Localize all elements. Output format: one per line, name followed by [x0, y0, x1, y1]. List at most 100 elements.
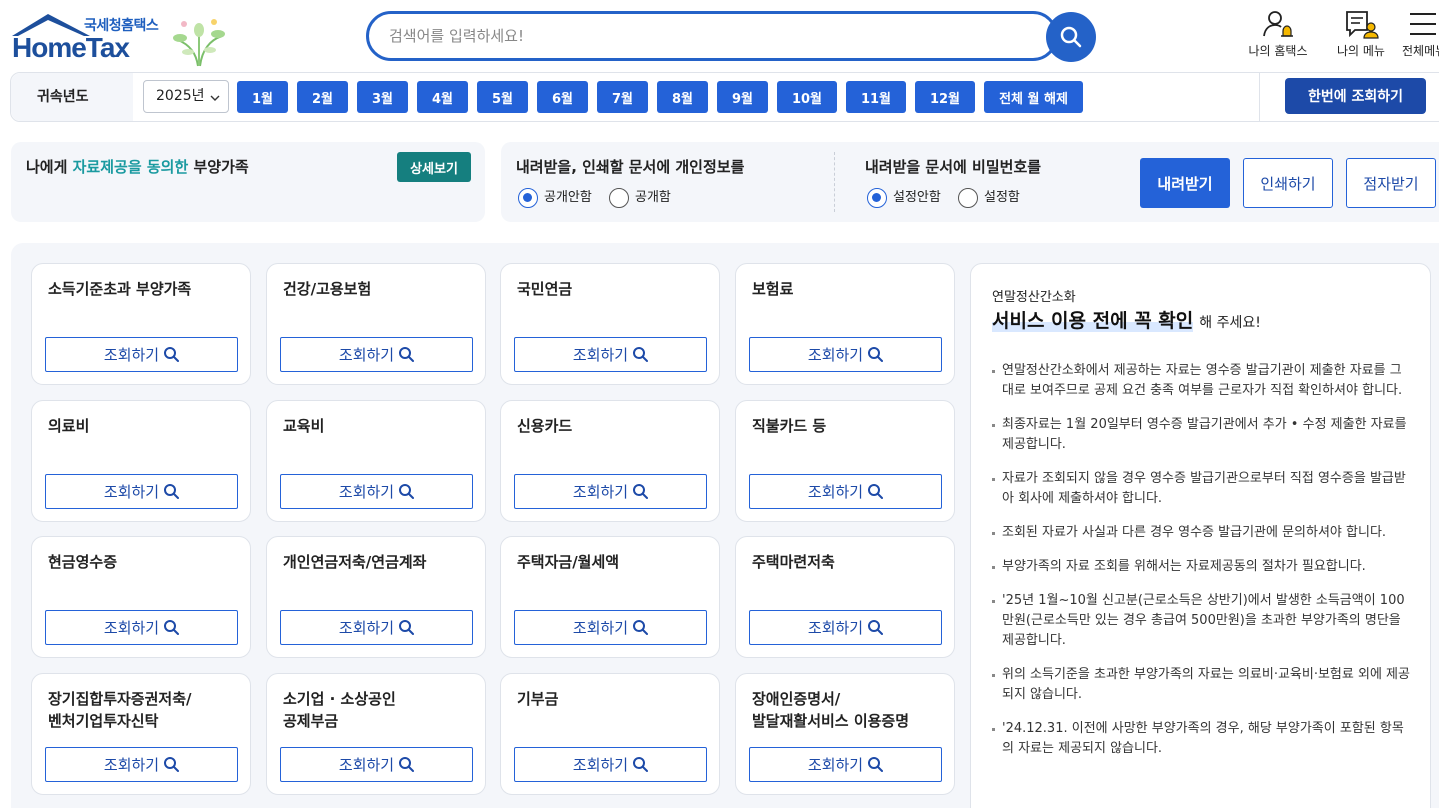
search-icon	[399, 484, 415, 499]
print-button[interactable]: 인쇄하기	[1243, 158, 1333, 208]
card-cash-receipt: 현금영수증조회하기	[31, 536, 251, 658]
month-button-3[interactable]: 3월	[357, 81, 408, 113]
search-icon	[164, 347, 180, 362]
month-button-11[interactable]: 11월	[846, 81, 906, 113]
user-bell-icon	[1263, 11, 1293, 37]
month-button-12[interactable]: 12월	[915, 81, 975, 113]
query-button-disability-certificate[interactable]: 조회하기	[749, 747, 942, 782]
search-box	[366, 11, 1058, 61]
notice-panel: 연말정산간소화 서비스 이용 전에 꼭 확인 해 주세요! 연말정산간소화에서 제…	[970, 263, 1431, 808]
query-button-long-term-investment-savings[interactable]: 조회하기	[45, 747, 238, 782]
card-title: 장기집합투자증권저축/ 벤처기업투자신탁	[48, 690, 192, 730]
query-button-label: 조회하기	[103, 619, 160, 637]
query-button-label: 조회하기	[807, 619, 864, 637]
query-button-personal-pension-savings[interactable]: 조회하기	[280, 610, 473, 645]
notice-list: 연말정산간소화에서 제공하는 자료는 영수증 발급기관이 제출한 자료를 그대로…	[992, 361, 1412, 773]
dependents-panel: 나에게 자료제공을 동의한 부양가족 상세보기	[11, 142, 485, 222]
query-button-national-pension[interactable]: 조회하기	[514, 337, 707, 372]
card-insurance-premium: 보험료조회하기	[735, 263, 955, 385]
header: 국세청홈택스 HomeTax 검색어를 입력하세요! 나의 홈택스 나의 메뉴 …	[0, 0, 1439, 70]
card-credit-card: 신용카드조회하기	[500, 400, 720, 522]
query-button-credit-card[interactable]: 조회하기	[514, 474, 707, 509]
card-title: 국민연금	[517, 280, 573, 298]
month-button-4[interactable]: 4월	[417, 81, 468, 113]
plant-decoration-icon	[173, 19, 225, 67]
card-title: 신용카드	[517, 417, 573, 435]
notice-item: '25년 1월~10월 신고분(근로소득은 상반기)에서 발생한 소득금액이 1…	[992, 591, 1412, 651]
card-national-pension: 국민연금조회하기	[500, 263, 720, 385]
card-title: 직불카드 등	[752, 417, 827, 435]
search-icon	[399, 757, 415, 772]
card-small-business-mutual-aid: 소기업 · 소상공인 공제부금조회하기	[266, 673, 486, 795]
detail-view-button[interactable]: 상세보기	[397, 152, 471, 182]
query-button-label: 조회하기	[807, 756, 864, 774]
search-icon	[868, 620, 884, 635]
card-disability-certificate: 장애인증명서/ 발달재활서비스 이용증명 조회하기	[735, 673, 955, 795]
dependents-title: 나에게 자료제공을 동의한 부양가족	[26, 158, 249, 176]
month-button-8[interactable]: 8월	[657, 81, 708, 113]
query-button-debit-card[interactable]: 조회하기	[749, 474, 942, 509]
query-button-small-business-mutual-aid[interactable]: 조회하기	[280, 747, 473, 782]
query-button-label: 조회하기	[338, 756, 395, 774]
search-icon	[399, 347, 415, 362]
all-menu[interactable]: 전체메뉴	[1396, 8, 1439, 66]
query-button-income-over-dependents[interactable]: 조회하기	[45, 337, 238, 372]
card-medical-expense: 의료비 조회하기	[31, 400, 251, 522]
notice-heading: 서비스 이용 전에 꼭 확인 해 주세요!	[992, 310, 1261, 332]
card-title: 주택마련저축	[752, 553, 835, 571]
query-button-label: 조회하기	[338, 346, 395, 364]
query-button-label: 조회하기	[103, 483, 160, 501]
card-title: 소기업 · 소상공인 공제부금	[283, 690, 396, 730]
search-icon	[868, 347, 884, 362]
query-button-donation[interactable]: 조회하기	[514, 747, 707, 782]
my-hometax-menu[interactable]: 나의 홈택스	[1238, 8, 1318, 66]
query-button-housing-fund-rent[interactable]: 조회하기	[514, 610, 707, 645]
hometax-logo[interactable]: 국세청홈택스 HomeTax	[10, 12, 225, 68]
notice-item: 최종자료는 1월 20일부터 영수증 발급기관에서 추가 • 수정 제출한 자료…	[992, 415, 1412, 455]
card-title: 보험료	[752, 280, 794, 298]
query-button-cash-receipt[interactable]: 조회하기	[45, 610, 238, 645]
my-menu-label: 나의 메뉴	[1337, 44, 1385, 58]
braille-button[interactable]: 점자받기	[1346, 158, 1436, 208]
search-button[interactable]	[1046, 12, 1096, 62]
options-divider	[834, 152, 835, 212]
year-select[interactable]: 2025년	[143, 80, 229, 113]
query-button-label: 조회하기	[572, 346, 629, 364]
list-user-icon	[1346, 11, 1379, 39]
query-button-label: 조회하기	[807, 483, 864, 501]
month-button-10[interactable]: 10월	[777, 81, 837, 113]
search-icon	[633, 757, 649, 772]
month-button-2[interactable]: 2월	[297, 81, 348, 113]
month-button-7[interactable]: 7월	[597, 81, 648, 113]
search-input[interactable]	[389, 24, 1029, 48]
clear-all-months-button[interactable]: 전체 월 해제	[984, 81, 1083, 113]
query-button-insurance-premium[interactable]: 조회하기	[749, 337, 942, 372]
card-title: 소득기준초과 부양가족	[48, 280, 192, 298]
month-button-5[interactable]: 5월	[477, 81, 528, 113]
month-button-9[interactable]: 9월	[717, 81, 768, 113]
search-icon	[399, 620, 415, 635]
card-title: 기부금	[517, 690, 559, 708]
query-all-button[interactable]: 한번에 조회하기	[1285, 78, 1426, 114]
query-button-medical-expense[interactable]: 조회하기	[45, 474, 238, 509]
privacy-option-title: 내려받을, 인쇄할 문서에 개인정보를	[516, 158, 745, 176]
query-button-label: 조회하기	[572, 756, 629, 774]
search-icon	[164, 620, 180, 635]
notice-item: 자료가 조회되지 않을 경우 영수증 발급기관으로부터 직접 영수증을 발급받아…	[992, 469, 1412, 509]
card-title: 개인연금저축/연금계좌	[283, 553, 427, 571]
download-button[interactable]: 내려받기	[1140, 158, 1230, 208]
hamburger-icon	[1410, 13, 1436, 35]
month-button-6[interactable]: 6월	[537, 81, 588, 113]
query-button-housing-savings[interactable]: 조회하기	[749, 610, 942, 645]
query-button-health-employment-insurance[interactable]: 조회하기	[280, 337, 473, 372]
my-hometax-label: 나의 홈택스	[1248, 44, 1308, 58]
query-button-education-expense[interactable]: 조회하기	[280, 474, 473, 509]
card-housing-fund-rent: 주택자금/월세액 조회하기	[500, 536, 720, 658]
password-option-title: 내려받을 문서에 비밀번호를	[865, 158, 1042, 176]
month-button-1[interactable]: 1월	[237, 81, 288, 113]
my-menu[interactable]: 나의 메뉴	[1321, 8, 1401, 66]
card-title: 현금영수증	[48, 553, 118, 571]
card-housing-savings: 주택마련저축조회하기	[735, 536, 955, 658]
filter-divider	[1259, 73, 1260, 121]
notice-item: 조회된 자료가 사실과 다른 경우 영수증 발급기관에 문의하셔야 합니다.	[992, 523, 1412, 543]
